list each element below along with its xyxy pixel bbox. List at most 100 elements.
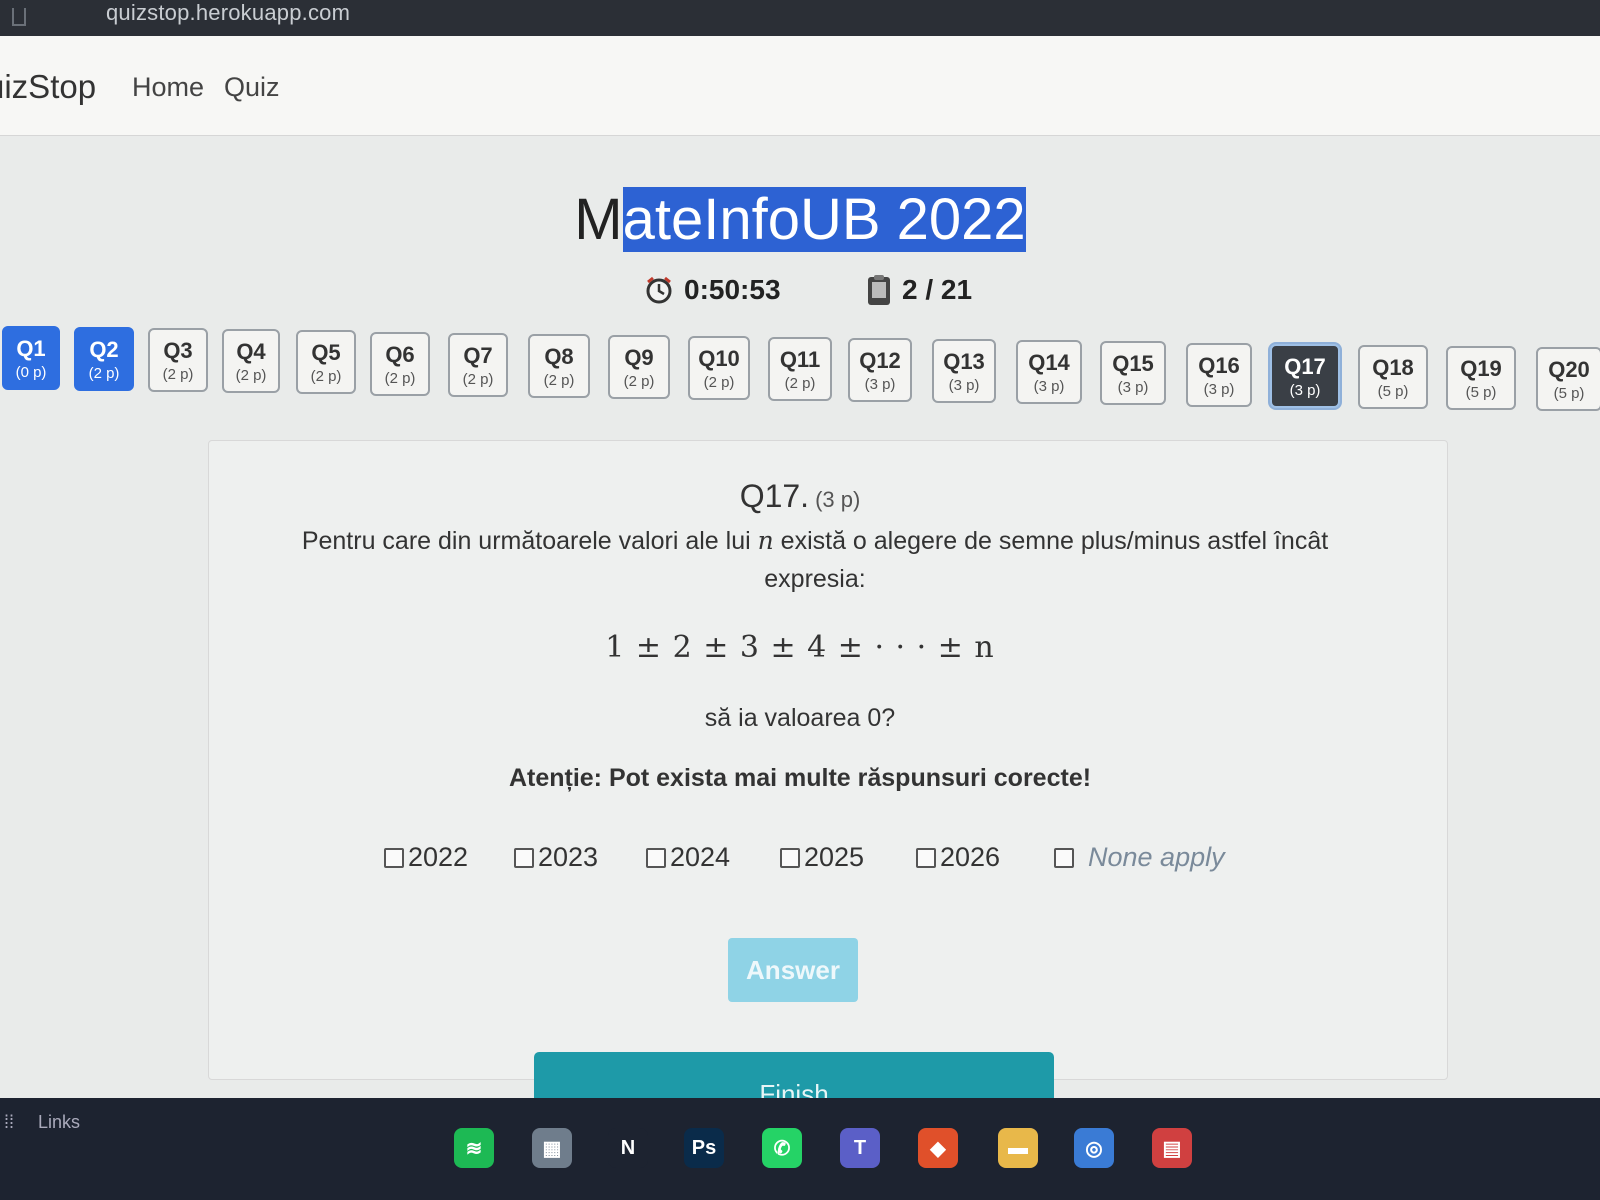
- option-none-apply[interactable]: None apply: [1054, 842, 1225, 873]
- question-button-label: Q15: [1112, 351, 1154, 376]
- question-button-q4[interactable]: Q4 (2 p): [222, 329, 280, 393]
- warning-text: Atenție: Pot exista mai multe răspunsuri…: [508, 764, 1092, 792]
- question-button-points: (2 p): [88, 365, 120, 382]
- question-button-points: (2 p): [235, 367, 267, 384]
- progress-counter: 2 / 21: [866, 274, 972, 306]
- question-button-q17[interactable]: Q17 (3 p): [1270, 344, 1340, 408]
- question-button-label: Q9: [624, 345, 654, 370]
- question-button-label: Q20: [1548, 357, 1590, 382]
- option-label: 2022: [408, 842, 469, 872]
- title-plain-part: M: [574, 187, 623, 252]
- grid-icon[interactable]: ⁞⁞: [4, 1112, 14, 1133]
- question-button-q9[interactable]: Q9 (2 p): [608, 335, 670, 399]
- question-button-label: Q3: [163, 338, 193, 363]
- app-icon[interactable]: ▤: [1152, 1128, 1192, 1168]
- question-button-q1[interactable]: Q1 (0 p): [2, 326, 60, 390]
- nav-link-home[interactable]: Home: [132, 72, 204, 103]
- question-button-q18[interactable]: Q18 (5 p): [1358, 345, 1428, 409]
- question-button-label: Q8: [544, 344, 574, 369]
- chrome-icon[interactable]: ◎: [1074, 1128, 1114, 1168]
- checkbox[interactable]: [384, 847, 404, 868]
- question-button-points: (5 p): [1465, 384, 1497, 401]
- checkbox[interactable]: [1054, 847, 1074, 868]
- question-button-label: Q12: [859, 348, 901, 373]
- question-button-points: (2 p): [623, 373, 655, 390]
- question-button-q19[interactable]: Q19 (5 p): [1446, 346, 1516, 410]
- question-button-points: (3 p): [1289, 382, 1321, 399]
- question-button-label: Q16: [1198, 353, 1240, 378]
- progress-value: 2 / 21: [902, 274, 973, 305]
- nav-link-quiz[interactable]: Quiz: [224, 72, 280, 103]
- option-label: 2023: [538, 842, 599, 872]
- question-button-q10[interactable]: Q10 (2 p): [688, 336, 750, 400]
- question-button-q7[interactable]: Q7 (2 p): [448, 333, 508, 397]
- checkbox[interactable]: [916, 847, 936, 868]
- question-variable: n: [757, 526, 774, 555]
- checkbox[interactable]: [780, 847, 800, 868]
- question-button-points: (5 p): [1553, 385, 1585, 402]
- question-number: Q17.: [739, 478, 810, 514]
- bookmark-icon[interactable]: [12, 8, 26, 26]
- question-button-points: (2 p): [310, 368, 342, 385]
- question-button-label: Q11: [779, 347, 821, 372]
- question-button-q6[interactable]: Q6 (2 p): [370, 332, 430, 396]
- option-label: None apply: [1088, 842, 1225, 872]
- question-button-q14[interactable]: Q14 (3 p): [1016, 340, 1082, 404]
- question-button-points: (3 p): [948, 377, 980, 394]
- question-button-q12[interactable]: Q12 (3 p): [848, 338, 912, 402]
- option-2023[interactable]: 2023: [514, 842, 598, 873]
- question-ask: să ia valoarea 0?: [704, 704, 896, 732]
- brave-icon[interactable]: ◆: [918, 1128, 958, 1168]
- question-button-label: Q7: [463, 343, 493, 368]
- question-button-points: (3 p): [1203, 381, 1235, 398]
- site-navbar: uizStop Home Quiz: [0, 36, 1600, 136]
- question-button-points: (2 p): [784, 375, 816, 392]
- checkbox[interactable]: [646, 847, 666, 868]
- question-button-q3[interactable]: Q3 (2 p): [148, 328, 208, 392]
- netflix-icon[interactable]: N: [608, 1128, 648, 1168]
- option-2025[interactable]: 2025: [780, 842, 864, 873]
- question-button-q2[interactable]: Q2 (2 p): [74, 327, 134, 391]
- question-button-points: (2 p): [543, 372, 575, 389]
- question-button-points: (0 p): [15, 364, 47, 381]
- question-button-q11[interactable]: Q11 (2 p): [768, 337, 832, 401]
- question-button-q20[interactable]: Q20 (5 p): [1536, 347, 1600, 411]
- url-text[interactable]: quizstop.herokuapp.com: [106, 0, 350, 26]
- question-button-label: Q6: [385, 342, 415, 367]
- checkbox[interactable]: [514, 847, 534, 868]
- question-button-label: Q5: [311, 340, 341, 365]
- question-button-q13[interactable]: Q13 (3 p): [932, 339, 996, 403]
- page-title: MateInfoUB 2022: [0, 186, 1600, 253]
- question-button-points: (2 p): [703, 374, 735, 391]
- folder-icon[interactable]: ▬: [998, 1128, 1038, 1168]
- teams-icon[interactable]: T: [840, 1128, 880, 1168]
- question-button-label: Q4: [236, 339, 266, 364]
- question-button-q15[interactable]: Q15 (3 p): [1100, 341, 1166, 405]
- question-button-q5[interactable]: Q5 (2 p): [296, 330, 356, 394]
- os-taskbar: ⁞⁞ Links ≋ ▦ N Ps ✆ T ◆ ▬ ◎ ▤: [0, 1098, 1600, 1200]
- question-button-q16[interactable]: Q16 (3 p): [1186, 343, 1252, 407]
- photoshop-icon[interactable]: Ps: [684, 1128, 724, 1168]
- question-navigation: Q1 (0 p) Q2 (2 p) Q3 (2 p) Q4 (2 p) Q5 (2 p) Q6 (2 …: [0, 326, 1600, 411]
- question-button-label: Q10: [698, 346, 740, 371]
- question-button-label: Q13: [943, 349, 985, 374]
- whatsapp-icon[interactable]: ✆: [762, 1128, 802, 1168]
- browser-url-bar: quizstop.herokuapp.com: [0, 0, 1600, 36]
- question-text-before: Pentru care din următoarele valori ale l…: [301, 527, 758, 555]
- brand-logo[interactable]: uizStop: [0, 68, 96, 106]
- question-button-label: Q17: [1284, 354, 1326, 379]
- question-button-q8[interactable]: Q8 (2 p): [528, 334, 590, 398]
- question-button-label: Q14: [1028, 350, 1070, 375]
- title-selected-part: ateInfoUB 2022: [622, 187, 1026, 252]
- store-icon[interactable]: ▦: [532, 1128, 572, 1168]
- question-button-points: (3 p): [1117, 379, 1149, 396]
- answer-button[interactable]: Answer: [728, 938, 858, 1002]
- spotify-icon[interactable]: ≋: [454, 1128, 494, 1168]
- option-2026[interactable]: 2026: [916, 842, 1000, 873]
- question-button-label: Q2: [89, 337, 119, 362]
- links-toolbar-label[interactable]: Links: [38, 1112, 80, 1133]
- option-2022[interactable]: 2022: [384, 842, 468, 873]
- option-2024[interactable]: 2024: [646, 842, 730, 873]
- question-header: Q17. (3 p): [0, 478, 1600, 515]
- question-button-points: (3 p): [1033, 378, 1065, 395]
